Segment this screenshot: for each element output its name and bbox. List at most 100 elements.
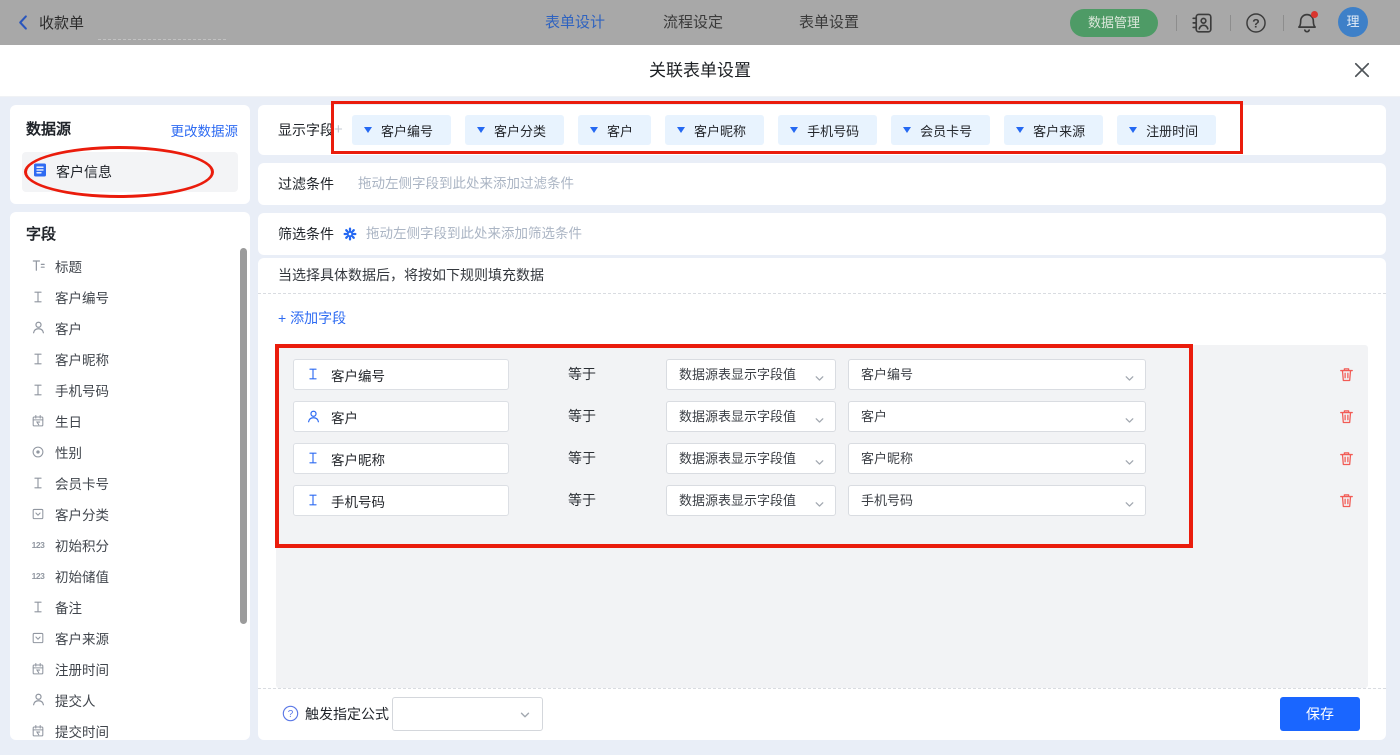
field-item[interactable]: 客户昵称	[10, 343, 240, 374]
display-field-chip[interactable]: 手机号码	[778, 115, 877, 145]
tab-3[interactable]: 表单设置	[799, 0, 859, 45]
display-field-chip[interactable]: 客户来源	[1004, 115, 1103, 145]
field-item[interactable]: 客户来源	[10, 622, 240, 653]
avatar[interactable]: 理	[1338, 7, 1368, 37]
chevron-down-icon	[812, 493, 827, 508]
field-item[interactable]: 123初始积分	[10, 529, 240, 560]
delete-row-trash-icon[interactable]	[1338, 492, 1355, 509]
filter-placeholder: 拖动左侧字段到此处来添加过滤条件	[358, 163, 574, 205]
notification-bell-icon[interactable]	[1296, 12, 1318, 34]
text-icon	[30, 382, 46, 398]
field-item[interactable]: 手机号码	[10, 374, 240, 405]
source-field-select[interactable]: 客户	[848, 401, 1146, 432]
source-type-select[interactable]: 数据源表显示字段值	[666, 401, 836, 432]
save-button[interactable]: 保存	[1280, 697, 1360, 731]
source-field-select[interactable]: 客户昵称	[848, 443, 1146, 474]
svg-text:?: ?	[1252, 16, 1259, 30]
mapping-row: 客户等于数据源表显示字段值客户	[276, 401, 1368, 432]
field-item[interactable]: 备注	[10, 591, 240, 622]
display-field-chip[interactable]: 注册时间	[1117, 115, 1216, 145]
radio-icon	[30, 444, 46, 460]
source-field-select[interactable]: 客户编号	[848, 359, 1146, 390]
change-datasource-link[interactable]: 更改数据源	[171, 120, 239, 140]
source-type-select[interactable]: 数据源表显示字段值	[666, 359, 836, 390]
chevron-down-icon	[517, 707, 533, 723]
field-item[interactable]: 客户编号	[10, 281, 240, 312]
document-icon	[32, 162, 48, 183]
trigger-formula-select[interactable]	[392, 697, 543, 731]
chevron-down-icon	[590, 127, 598, 133]
text-icon	[306, 367, 321, 382]
chip-label: 注册时间	[1146, 121, 1198, 140]
text-icon	[30, 599, 46, 615]
chip-label: 会员卡号	[920, 121, 972, 140]
chevron-down-icon	[1122, 409, 1137, 424]
display-field-chip[interactable]: 客户分类	[465, 115, 564, 145]
field-item[interactable]: 性别	[10, 436, 240, 467]
date-icon	[30, 661, 46, 677]
app-root: 收款单 表单设计 流程设定 表单设置 数据管理 ?	[0, 0, 1400, 755]
target-field-box[interactable]: 客户	[293, 401, 509, 432]
field-item[interactable]: 注册时间	[10, 653, 240, 684]
source-field-value: 客户	[861, 409, 887, 424]
field-item[interactable]: 提交时间	[10, 715, 240, 740]
display-field-chip[interactable]: 会员卡号	[891, 115, 990, 145]
chevron-down-icon	[903, 127, 911, 133]
target-field-box[interactable]: 客户编号	[293, 359, 509, 390]
trigger-help-icon[interactable]: ?	[282, 705, 299, 722]
scrollbar-thumb[interactable]	[240, 248, 247, 624]
filter-row[interactable]: 过滤条件 拖动左侧字段到此处来添加过滤条件	[258, 163, 1386, 205]
add-display-field-button[interactable]: +	[334, 105, 343, 155]
display-fields-row: 显示字段 + 客户编号客户分类客户客户昵称手机号码会员卡号客户来源注册时间	[258, 105, 1386, 155]
add-field-button[interactable]: + 添加字段	[278, 308, 346, 328]
dashed-divider	[258, 293, 1386, 294]
source-type-select[interactable]: 数据源表显示字段值	[666, 485, 836, 516]
field-item[interactable]: 生日	[10, 405, 240, 436]
field-item-label: 客户昵称	[55, 349, 109, 369]
datasource-title: 数据源	[26, 118, 71, 139]
field-item[interactable]: 标题	[10, 250, 240, 281]
data-manage-button[interactable]: 数据管理	[1070, 9, 1158, 37]
gear-icon[interactable]	[343, 227, 357, 241]
field-item-label: 生日	[55, 411, 82, 431]
mapping-rows-container: 客户编号等于数据源表显示字段值客户编号客户等于数据源表显示字段值客户客户昵称等于…	[276, 345, 1368, 688]
field-list: 标题客户编号客户客户昵称手机号码生日性别会员卡号客户分类123初始积分123初始…	[10, 250, 240, 740]
display-field-chip[interactable]: 客户编号	[352, 115, 451, 145]
title-icon	[30, 258, 46, 274]
delete-row-trash-icon[interactable]	[1338, 366, 1355, 383]
target-field-label: 客户昵称	[331, 449, 385, 469]
target-field-label: 手机号码	[331, 491, 385, 511]
help-icon[interactable]: ?	[1245, 12, 1267, 34]
chevron-down-icon	[790, 127, 798, 133]
display-field-chip[interactable]: 客户	[578, 115, 651, 145]
screen-condition-row[interactable]: 筛选条件 拖动左侧字段到此处来添加筛选条件	[258, 213, 1386, 255]
delete-row-trash-icon[interactable]	[1338, 408, 1355, 425]
display-field-chip[interactable]: 客户昵称	[665, 115, 764, 145]
date-icon	[30, 413, 46, 429]
field-item[interactable]: 123初始储值	[10, 560, 240, 591]
datasource-item[interactable]: 客户信息	[22, 152, 238, 192]
contacts-book-icon[interactable]	[1191, 12, 1213, 34]
chevron-down-icon	[364, 127, 372, 133]
field-item-label: 初始储值	[55, 566, 109, 586]
back-button[interactable]: 收款单	[16, 0, 84, 45]
field-item[interactable]: 提交人	[10, 684, 240, 715]
tab-2[interactable]: 流程设定	[663, 0, 723, 45]
field-item[interactable]: 会员卡号	[10, 467, 240, 498]
source-type-value: 数据源表显示字段值	[679, 493, 796, 508]
tab-1[interactable]: 表单设计	[545, 0, 605, 45]
source-field-select[interactable]: 手机号码	[848, 485, 1146, 516]
notification-dot	[1311, 11, 1318, 18]
source-type-select[interactable]: 数据源表显示字段值	[666, 443, 836, 474]
close-icon[interactable]	[1352, 60, 1376, 84]
field-item[interactable]: 客户	[10, 312, 240, 343]
chevron-down-icon	[1122, 493, 1137, 508]
delete-row-trash-icon[interactable]	[1338, 450, 1355, 467]
target-field-box[interactable]: 客户昵称	[293, 443, 509, 474]
target-field-box[interactable]: 手机号码	[293, 485, 509, 516]
modal-footer: ? 触发指定公式 保存	[258, 688, 1386, 740]
source-field-value: 手机号码	[861, 493, 913, 508]
field-item[interactable]: 客户分类	[10, 498, 240, 529]
select-icon	[30, 506, 46, 522]
field-item-label: 标题	[55, 256, 82, 276]
